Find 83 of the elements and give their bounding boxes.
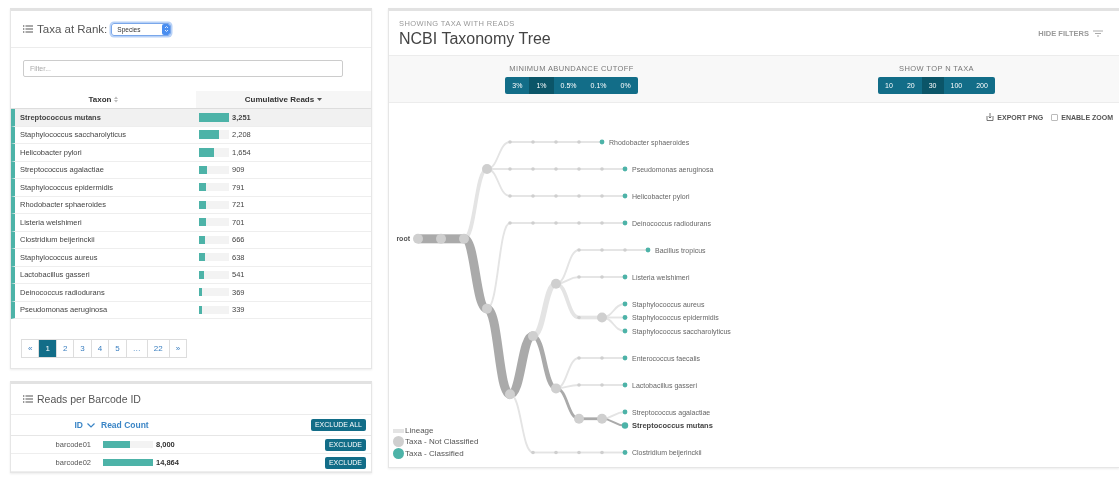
taxon-node[interactable]	[577, 167, 581, 171]
page-button[interactable]: 1	[38, 339, 57, 358]
taxon-node[interactable]	[531, 140, 535, 144]
column-header[interactable]: ID	[74, 420, 83, 430]
column-header[interactable]: Cumulative Reads	[196, 91, 371, 109]
page-button[interactable]: 5	[108, 339, 127, 358]
taxon-node[interactable]	[508, 221, 512, 225]
taxon-node[interactable]	[508, 140, 512, 144]
taxon-node[interactable]	[600, 383, 604, 387]
taxon-node[interactable]	[599, 139, 605, 145]
taxon-node[interactable]	[622, 315, 628, 320]
taxon-node[interactable]	[600, 356, 604, 360]
taxon-node[interactable]	[577, 140, 581, 144]
taxon-node[interactable]	[622, 382, 628, 388]
page-button[interactable]: «	[21, 339, 40, 358]
node-swatch-icon	[393, 436, 404, 447]
taxon-node[interactable]	[622, 355, 628, 361]
caret-icon	[317, 98, 323, 101]
page-button[interactable]: 22	[146, 339, 170, 358]
taxon-node[interactable]	[528, 331, 538, 342]
taxon-node[interactable]	[436, 233, 446, 244]
taxon-node[interactable]	[622, 220, 628, 226]
taxon-node[interactable]	[508, 194, 512, 198]
zoom-checkbox[interactable]	[1051, 113, 1059, 121]
taxon-node[interactable]	[623, 248, 627, 252]
taxon-node[interactable]	[551, 278, 561, 289]
taxon-node[interactable]	[577, 194, 581, 198]
taxon-node[interactable]	[577, 248, 581, 252]
taxon-node[interactable]	[459, 233, 469, 244]
taxon-node[interactable]	[622, 409, 628, 415]
taxon-node[interactable]	[505, 389, 515, 400]
taxon-node[interactable]	[622, 166, 628, 172]
lineage-swatch-icon	[393, 428, 404, 433]
taxon-node[interactable]	[531, 194, 535, 198]
taxon-node[interactable]	[622, 301, 628, 307]
panel-title: Taxa at Rank:	[37, 23, 108, 35]
panel-title: Reads per Barcode ID	[37, 393, 141, 405]
taxon-node[interactable]	[577, 221, 581, 225]
legend-label: Taxa - Classified	[405, 449, 464, 458]
taxon-node[interactable]	[554, 194, 558, 198]
taxon-node[interactable]	[597, 312, 607, 323]
legend-label: Taxa - Not Classified	[405, 437, 479, 446]
taxon-node[interactable]	[554, 140, 558, 144]
taxon-node[interactable]	[413, 233, 423, 244]
sort-icon	[114, 96, 119, 103]
list-icon	[23, 25, 33, 33]
taxon-node[interactable]	[482, 164, 492, 174]
taxon-node[interactable]	[600, 167, 604, 171]
filter-icon	[1093, 29, 1103, 37]
taxon-node[interactable]	[645, 247, 651, 253]
panel-title: NCBI Taxonomy Tree	[399, 29, 551, 48]
taxon-node[interactable]	[554, 167, 558, 171]
taxon-node[interactable]	[554, 221, 558, 225]
taxon-node[interactable]	[600, 275, 604, 279]
taxon-node[interactable]	[551, 383, 561, 394]
page-button[interactable]: 3	[73, 339, 92, 358]
taxon-node[interactable]	[531, 221, 535, 225]
lineage-link	[418, 234, 441, 244]
stepper-icon	[162, 23, 171, 35]
taxon-node[interactable]	[508, 167, 512, 171]
column-header[interactable]: Read Count	[101, 420, 311, 430]
column-header[interactable]: Taxon	[11, 91, 196, 109]
node-swatch-icon	[393, 448, 404, 459]
page-button[interactable]: …	[125, 339, 148, 358]
taxon-node[interactable]	[577, 275, 581, 279]
legend-label: Lineage	[405, 426, 434, 435]
list-icon	[23, 395, 33, 403]
taxon-node[interactable]	[531, 167, 535, 171]
taxon-node[interactable]	[600, 194, 604, 198]
taxon-node[interactable]	[622, 193, 628, 199]
download-icon	[986, 113, 995, 121]
taxon-node[interactable]	[574, 413, 584, 424]
taxon-node[interactable]	[622, 328, 628, 334]
taxon-node[interactable]	[482, 303, 492, 314]
taxon-node[interactable]	[577, 356, 581, 360]
taxon-node[interactable]	[597, 413, 607, 424]
taxon-node[interactable]	[621, 422, 629, 429]
taxon-node[interactable]	[600, 221, 604, 225]
chevron-icon	[87, 422, 95, 428]
taxon-node[interactable]	[600, 248, 604, 252]
taxon-node[interactable]	[577, 383, 581, 387]
taxon-node[interactable]	[622, 274, 628, 280]
taxon-node[interactable]	[622, 450, 628, 455]
